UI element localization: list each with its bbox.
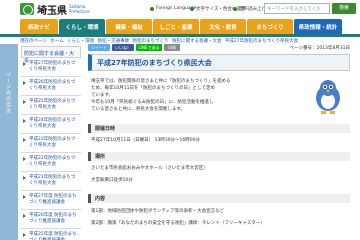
nav-item-shigoto[interactable]: しごと・産業 xyxy=(153,19,199,34)
section-heading: 内容 xyxy=(88,194,350,203)
speaker-icon xyxy=(233,7,237,11)
side-menu-item[interactable]: 平成21年防犯のまちづくり県民大会 xyxy=(21,172,81,191)
side-menu-item[interactable]: 平成24年防犯のまちづくり県民大会 xyxy=(21,115,81,134)
page-toc-tab[interactable]: ページ内の目次 xyxy=(0,44,18,240)
nav-item-kensei-navi[interactable]: 県政ナビ xyxy=(20,19,58,34)
main-content: ツイート いいね！ LINEで送る 印刷 ページ番号：2013年8月31日 平成… xyxy=(88,44,350,240)
like-button[interactable]: いいね！ xyxy=(112,44,134,51)
pref-name-en: Saitama Prefecture xyxy=(69,4,90,14)
globe-icon xyxy=(150,6,154,11)
pref-emblem-icon xyxy=(20,3,34,15)
side-menu: 防犯に関する会議・大会 平成27年防犯のまちづくり県民大会 平成26年防犯のまち… xyxy=(21,46,81,240)
nav-item-kurashi[interactable]: くらし・環境 xyxy=(59,19,105,34)
print-button[interactable]: 印刷 xyxy=(164,44,180,51)
side-menu-item[interactable]: 平成23年防犯のまちづくり県民大会 xyxy=(21,134,81,153)
section-text: さいたま市民会館おおみや大ホール（さいたま市大宮区） xyxy=(91,166,208,171)
nav-item-kenko[interactable]: 健康・福祉 xyxy=(106,19,152,34)
side-menu-item[interactable]: 平成26年防犯のまちづくり県民大会 xyxy=(21,77,81,96)
nav-item-kensei-joho[interactable]: 県政情報・統計 xyxy=(294,19,342,34)
nav-divider xyxy=(0,34,360,37)
top-bar: 埼玉県 Saitama Prefecture Foreign Language … xyxy=(0,0,360,20)
section-heading: 開催日時 xyxy=(88,124,350,133)
section-text: 平成27年10月11日（日曜日） 13時30分～16時00分 xyxy=(91,138,201,143)
read-aloud-link[interactable]: 音声読み上げ xyxy=(233,6,266,12)
breadcrumb-home[interactable]: ホーム xyxy=(50,39,63,44)
side-menu-item[interactable]: 平成26年度 防犯のまちづくり推進協議会 xyxy=(21,210,81,229)
section-heading: 場所 xyxy=(88,152,350,161)
section-text: 第1部：地域防犯団体や防犯ボランティア等の表彰・大会宣言など xyxy=(91,209,225,214)
side-menu-heading[interactable]: 防犯に関する会議・大会 xyxy=(21,46,81,64)
line-share-button[interactable]: LINEで送る xyxy=(136,44,162,51)
section-text: 大宮駅東口徒歩10分 xyxy=(91,178,133,183)
breadcrumb-label: 現在のページ xyxy=(20,39,47,44)
pref-name: 埼玉県 xyxy=(37,5,67,17)
updated-date: ページ番号：2013年8月31日 xyxy=(289,46,350,51)
search-button[interactable]: 検索 xyxy=(332,3,356,14)
side-menu-item[interactable]: 平成22年防犯のまちづくり県民大会 xyxy=(21,153,81,172)
tweet-button[interactable]: ツイート xyxy=(88,44,110,51)
site-logo[interactable]: 埼玉県 Saitama Prefecture xyxy=(20,2,95,17)
nav-item-machizukuri[interactable]: まちづくり xyxy=(247,19,293,34)
side-menu-item[interactable]: 平成27年防犯のまちづくり県民大会 xyxy=(21,58,81,77)
search-input[interactable]: キーワードを入力してくだ xyxy=(264,3,330,14)
mascot-image xyxy=(316,80,340,114)
side-menu-item[interactable]: 平成25年防犯のまちづくり県民大会 xyxy=(21,96,81,115)
nav-item-bunka[interactable]: 文化・教育 xyxy=(200,19,246,34)
side-menu-item[interactable]: 平成27年度 防犯のまちづくり推進協議会 xyxy=(21,191,81,210)
page-toc-label: ページ内の目次 xyxy=(5,72,11,114)
side-menu-item[interactable]: 平成25年度 防犯のまちづくり推進協議会 xyxy=(21,229,81,240)
page-title: 平成27年防犯のまちづくり県民大会 xyxy=(88,54,350,71)
text-size-icon xyxy=(190,7,194,11)
intro-text: 埼玉県では、防犯関係の皆さまと共に「防犯のまちづくり」を進める ため、毎年10月… xyxy=(91,79,231,112)
share-tools: ツイート いいね！ LINEで送る 印刷 ページ番号：2013年8月31日 xyxy=(88,44,350,53)
section-text: 第2部：講演「あなたのまちの安全を守る防犯」講師：タレント（フリーキャスター） xyxy=(91,221,265,226)
global-nav: 県政ナビ くらし・環境 健康・福祉 しごと・産業 文化・教育 まちづくり 県政情… xyxy=(0,19,360,34)
